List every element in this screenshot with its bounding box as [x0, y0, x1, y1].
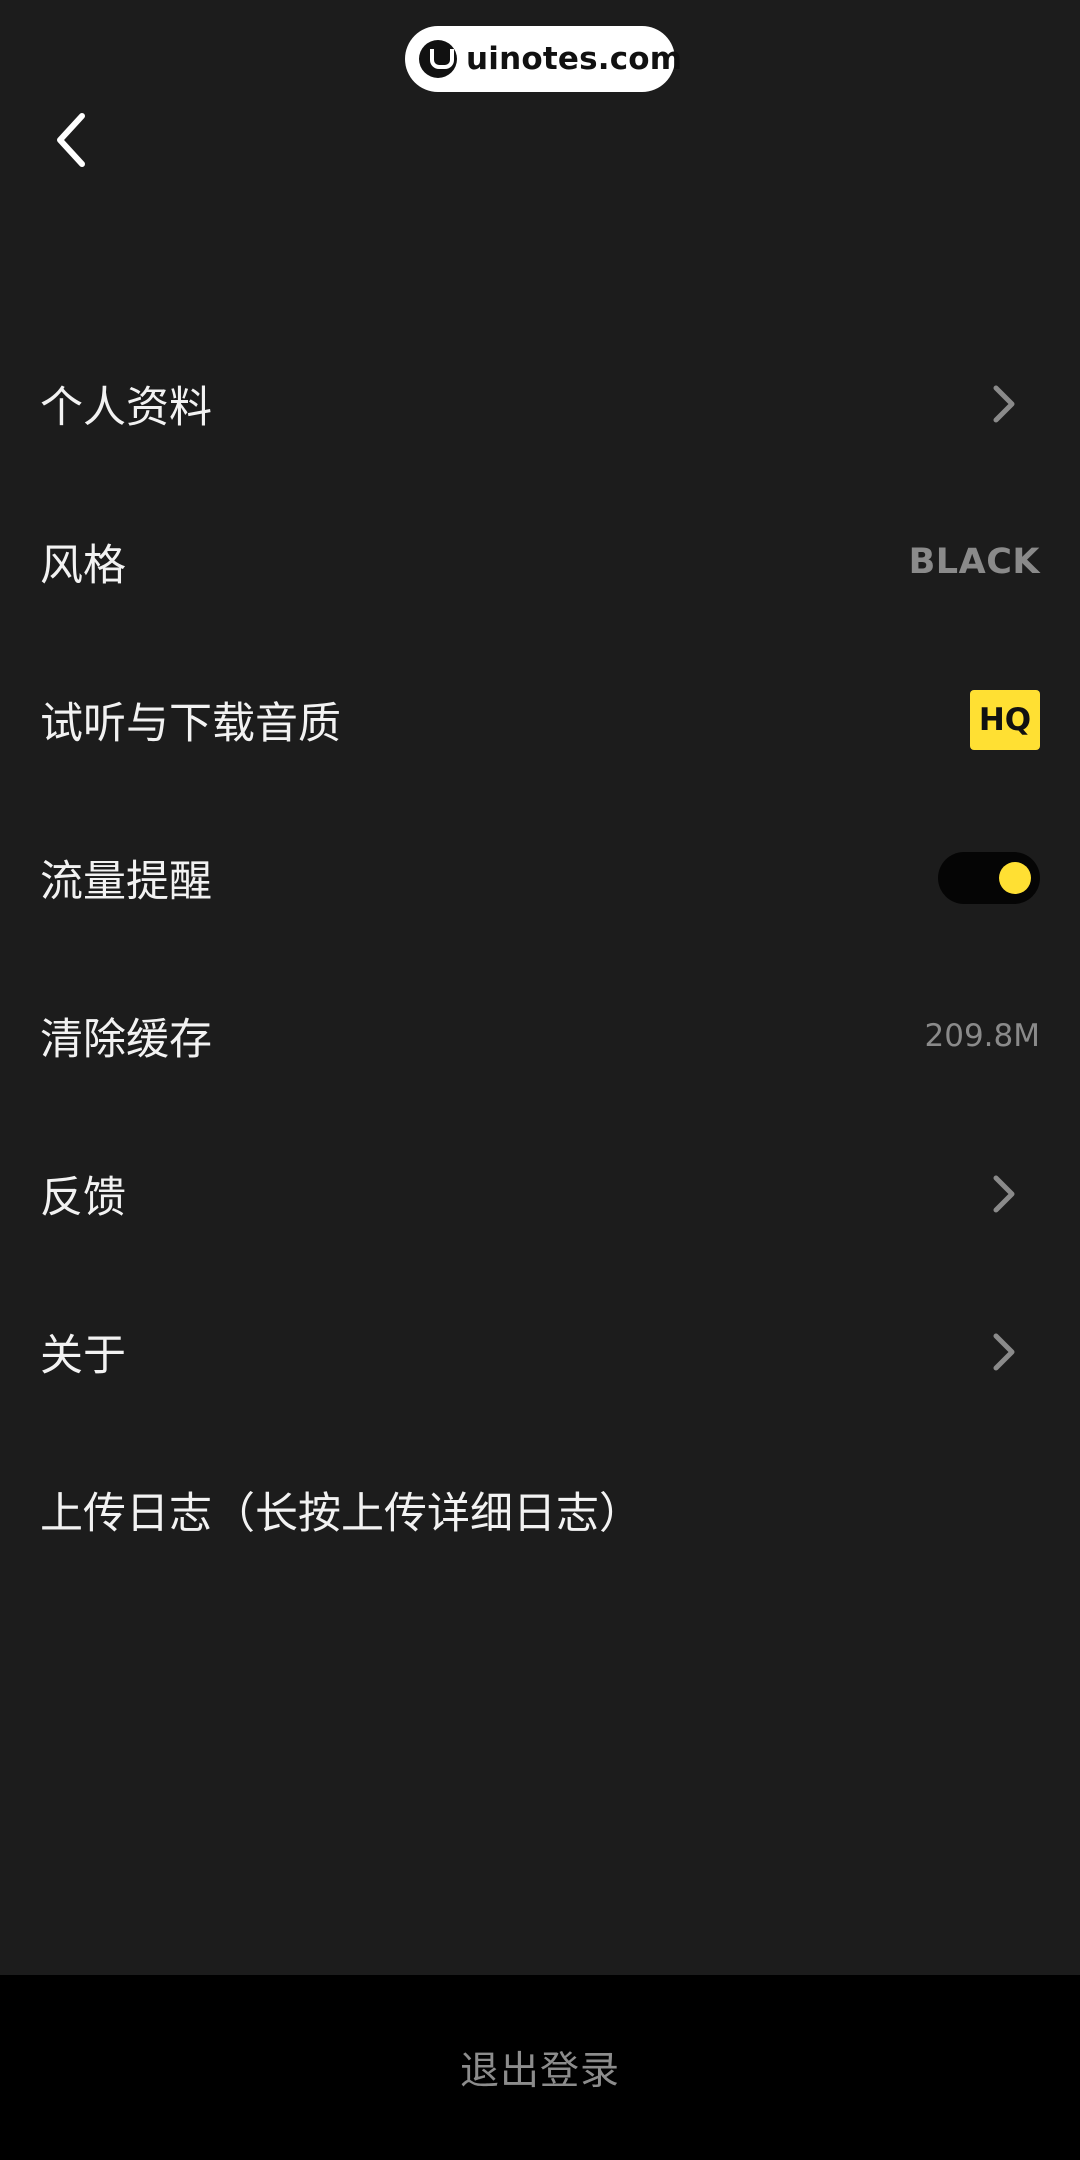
settings-item-label: 关于 — [40, 1331, 126, 1381]
uinotes-logo-icon — [419, 40, 457, 78]
back-button[interactable] — [44, 104, 104, 176]
chevron-right-icon — [988, 1330, 1018, 1374]
settings-item-label: 清除缓存 — [40, 1015, 212, 1065]
settings-item-label: 个人资料 — [40, 383, 212, 433]
watermark: uinotes.com — [405, 26, 682, 92]
settings-screen: uinotes.com 个人资料 风格 BLACK 试听与下载音质 HQ 流量提… — [0, 0, 1080, 2160]
quality-badge: HQ — [970, 690, 1040, 750]
watermark-text: uinotes.com — [466, 41, 683, 77]
settings-item-upload-log[interactable]: 上传日志（长按上传详细日志） — [0, 1431, 1080, 1589]
settings-item-style[interactable]: 风格 BLACK — [0, 483, 1080, 641]
settings-item-about[interactable]: 关于 — [0, 1273, 1080, 1431]
settings-item-label: 流量提醒 — [40, 857, 212, 907]
chevron-right-icon — [988, 1172, 1018, 1216]
settings-item-clear-cache[interactable]: 清除缓存 209.8M — [0, 957, 1080, 1115]
settings-item-audio-quality[interactable]: 试听与下载音质 HQ — [0, 641, 1080, 799]
chevron-left-icon — [44, 104, 104, 176]
settings-item-label: 反馈 — [40, 1173, 126, 1223]
settings-item-data-reminder: 流量提醒 — [0, 799, 1080, 957]
style-value: BLACK — [908, 542, 1040, 582]
chevron-right-icon — [988, 382, 1018, 426]
cache-size-value: 209.8M — [924, 1018, 1041, 1054]
settings-item-label: 上传日志（长按上传详细日志） — [40, 1489, 642, 1539]
settings-item-label: 试听与下载音质 — [40, 699, 341, 749]
toggle-knob — [999, 862, 1031, 894]
settings-item-feedback[interactable]: 反馈 — [0, 1115, 1080, 1273]
logout-label: 退出登录 — [459, 2048, 620, 2094]
logout-button[interactable]: 退出登录 — [0, 1975, 1080, 2160]
settings-item-profile[interactable]: 个人资料 — [0, 325, 1080, 483]
settings-item-label: 风格 — [40, 541, 126, 591]
data-reminder-toggle[interactable] — [938, 852, 1040, 904]
